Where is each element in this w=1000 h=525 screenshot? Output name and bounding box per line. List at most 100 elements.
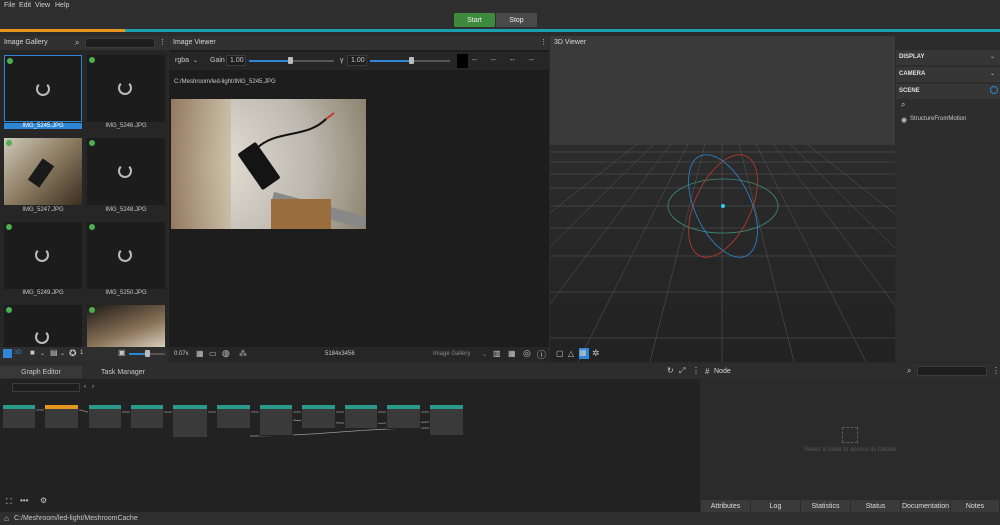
tab-status[interactable]: Status: [851, 500, 901, 512]
refresh-icon[interactable]: ↻: [667, 366, 674, 375]
photo-thumbnail: [87, 305, 165, 347]
tab-statistics[interactable]: Statistics: [801, 500, 851, 512]
grid-icon[interactable]: ▦: [579, 348, 589, 359]
tab-graph-editor[interactable]: Graph Editor: [0, 366, 82, 378]
search-icon[interactable]: ⌕: [901, 100, 905, 110]
menu-view[interactable]: View: [35, 2, 50, 9]
color-swatch: [457, 54, 468, 68]
nav-back-icon[interactable]: ‹: [84, 384, 86, 390]
thumb-label: IMG_5247.JPG: [22, 207, 64, 213]
view-3d-label[interactable]: 3D: [14, 350, 22, 356]
gallery-thumb-partial[interactable]: [4, 305, 82, 347]
graph-tabbar: Graph Editor Task Manager ↻ ⤢ ⋮: [0, 364, 700, 379]
more-horizontal-icon[interactable]: •••: [20, 496, 28, 505]
slider-handle[interactable]: [409, 57, 414, 64]
gallery-thumb-5245[interactable]: [4, 55, 82, 122]
node-placeholder-icon: [842, 427, 858, 443]
eye-icon[interactable]: ◉: [901, 116, 907, 124]
chevron-down-icon[interactable]: ⌄: [482, 351, 487, 358]
gallery-thumb-5248[interactable]: [87, 138, 165, 205]
status-ok-icon: [89, 224, 95, 230]
panorama-icon[interactable]: ◍: [222, 348, 230, 359]
points-icon[interactable]: △: [568, 349, 574, 358]
gallery-thumb-partial[interactable]: [87, 305, 165, 347]
gallery-search-input[interactable]: [85, 38, 155, 48]
viewed-image[interactable]: [171, 99, 366, 229]
hdr-icon[interactable]: ▥: [493, 349, 501, 358]
scene-section[interactable]: SCENE: [896, 84, 1000, 99]
slider-handle[interactable]: [288, 57, 293, 64]
gallery-thumb-5249[interactable]: [4, 222, 82, 289]
gallery-title: Image Gallery: [4, 39, 48, 46]
more-options-icon[interactable]: ⋮: [692, 366, 700, 375]
menu-file[interactable]: File: [4, 2, 15, 9]
cache-path: C:/Meshroom/led-light/MeshroomCache: [14, 515, 138, 522]
camera-section[interactable]: CAMERA ⌄: [896, 67, 1000, 82]
graph-node[interactable]: [301, 404, 336, 429]
graph-node[interactable]: [130, 404, 164, 429]
gamma-value: 1.00: [351, 57, 365, 64]
tab-task-manager[interactable]: Task Manager: [82, 366, 164, 378]
menu-edit[interactable]: Edit: [19, 2, 31, 9]
viewer-controls: rgba ⌄ Gain 1.00 γ 1.00 -- -- -- --: [169, 52, 549, 70]
intrinsics-icon[interactable]: ▤: [50, 348, 58, 357]
more-options-icon[interactable]: ⋮: [992, 366, 1000, 375]
graph-node[interactable]: [259, 404, 293, 436]
channel-select[interactable]: rgba: [175, 57, 189, 64]
chevron-down-icon[interactable]: ⌄: [990, 70, 995, 77]
search-icon: ⌕: [75, 38, 80, 47]
scene-entity-sfm[interactable]: StructureFromMotion: [910, 116, 966, 122]
display-section[interactable]: DISPLAY ⌄: [896, 50, 1000, 65]
more-options-icon[interactable]: ⋮: [540, 38, 547, 46]
tab-documentation[interactable]: Documentation: [901, 500, 951, 512]
tab-log[interactable]: Log: [751, 500, 801, 512]
globe-icon[interactable]: ◎: [523, 348, 531, 359]
gear-icon[interactable]: ⚙: [40, 496, 47, 505]
slider-handle[interactable]: [145, 350, 150, 357]
gallery-thumb-5250[interactable]: [87, 222, 165, 289]
metadata-icon[interactable]: ▦: [508, 349, 516, 358]
menu-help[interactable]: Help: [55, 2, 69, 9]
thumb-label: IMG_5246.JPG: [105, 123, 147, 129]
graph-node[interactable]: [216, 404, 251, 429]
gallery-thumb-5247[interactable]: [4, 138, 82, 205]
zoom-level: 0.07x: [174, 351, 189, 357]
chevron-down-icon[interactable]: ⌄: [60, 350, 65, 357]
start-button[interactable]: Start: [454, 13, 495, 27]
camera-frame-icon[interactable]: ▢: [556, 349, 564, 358]
chevron-down-icon[interactable]: ⌄: [193, 57, 198, 64]
camera-icon[interactable]: ■: [30, 348, 35, 357]
gizmo-icon[interactable]: ✲: [592, 348, 600, 359]
image-source-select[interactable]: Image Gallery: [433, 351, 470, 357]
graph-node[interactable]: [172, 404, 208, 438]
graph-node[interactable]: [344, 404, 378, 429]
expand-icon[interactable]: ⤢: [679, 366, 685, 376]
viewer-3d-panel[interactable]: 3D Viewer ▢ △ ▦ ✲: [550, 36, 895, 362]
graph-node[interactable]: [44, 404, 79, 429]
main-toolbar: Start Stop: [0, 12, 1000, 30]
status-ok-icon: [6, 307, 12, 313]
graph-search-input[interactable]: [12, 383, 80, 392]
graph-node[interactable]: [429, 404, 464, 436]
gallery-thumb-5246[interactable]: [87, 55, 165, 122]
graph-node[interactable]: [88, 404, 122, 429]
node-search-input[interactable]: [917, 366, 987, 376]
add-entity-icon[interactable]: [990, 86, 998, 94]
checkerboard-icon[interactable]: ▦: [196, 349, 204, 358]
more-options-icon[interactable]: ⋮: [159, 38, 166, 46]
chevron-down-icon[interactable]: ⌄: [40, 350, 45, 357]
nav-forward-icon[interactable]: ›: [92, 384, 94, 390]
graph-node[interactable]: [2, 404, 36, 429]
global-progress-bar: [0, 29, 1000, 32]
info-icon[interactable]: ⓘ: [537, 348, 546, 361]
fit-view-icon[interactable]: ⛶: [6, 497, 12, 507]
chevron-down-icon[interactable]: ⌄: [990, 53, 995, 60]
fit-frame-icon[interactable]: ▭: [209, 349, 217, 358]
grid-view-icon[interactable]: [3, 349, 12, 358]
tab-notes[interactable]: Notes: [951, 500, 1000, 512]
features-icon[interactable]: ⁂: [239, 349, 247, 358]
stop-button[interactable]: Stop: [496, 13, 537, 27]
warning-filter-icon[interactable]: ✪: [69, 348, 77, 359]
graph-node[interactable]: [386, 404, 421, 429]
tab-attributes[interactable]: Attributes: [701, 500, 751, 512]
